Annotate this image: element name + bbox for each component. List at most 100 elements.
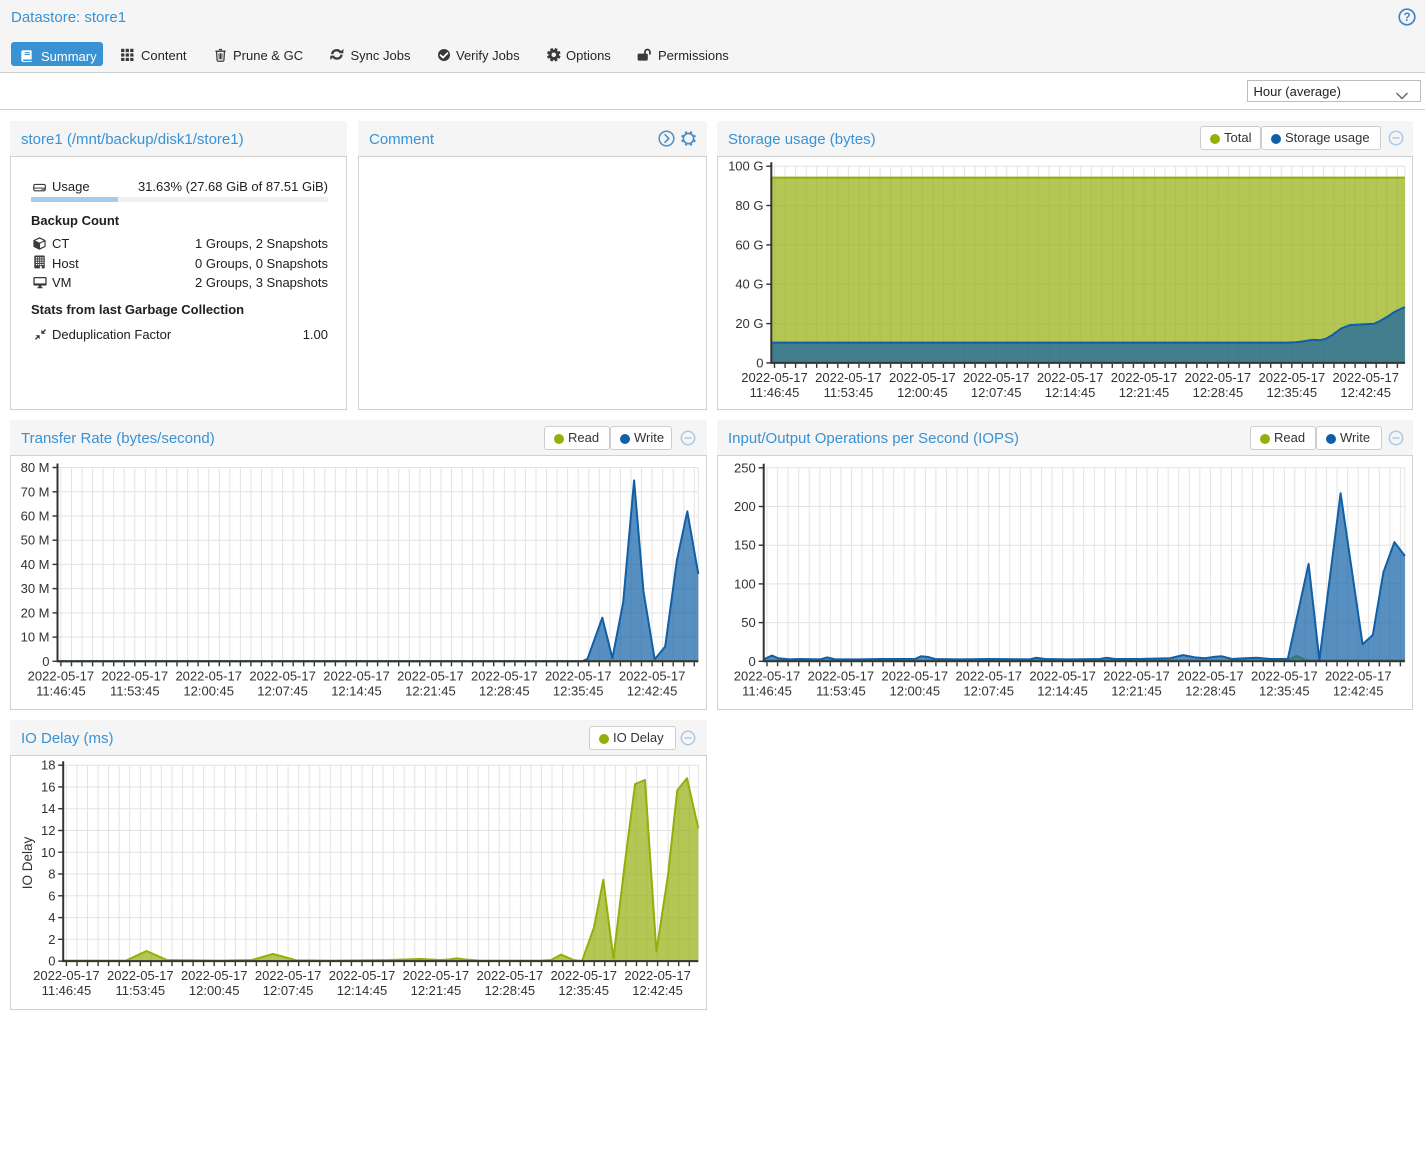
svg-text:2022-05-17: 2022-05-17 [329,968,396,983]
svg-text:12:21:45: 12:21:45 [1111,683,1162,698]
svg-text:12:28:45: 12:28:45 [1185,683,1236,698]
svg-text:2022-05-17: 2022-05-17 [471,668,538,683]
svg-text:11:46:45: 11:46:45 [42,983,92,998]
svg-text:60 M: 60 M [21,509,50,524]
svg-text:6: 6 [48,888,55,903]
svg-text:14: 14 [41,801,55,816]
svg-text:12:35:45: 12:35:45 [553,683,604,698]
svg-text:250: 250 [734,460,756,475]
svg-text:2022-05-17: 2022-05-17 [619,668,686,683]
svg-text:80 M: 80 M [21,460,50,475]
svg-text:11:46:45: 11:46:45 [742,683,792,698]
svg-text:12:00:45: 12:00:45 [889,683,940,698]
svg-text:10 M: 10 M [21,630,50,645]
svg-text:12:07:45: 12:07:45 [257,683,308,698]
svg-text:2022-05-17: 2022-05-17 [28,668,95,683]
svg-text:60 G: 60 G [735,237,763,252]
svg-text:80 G: 80 G [735,198,763,213]
svg-text:2022-05-17: 2022-05-17 [175,668,242,683]
svg-text:2022-05-17: 2022-05-17 [882,668,949,683]
svg-text:12:07:45: 12:07:45 [263,983,314,998]
svg-text:12:42:45: 12:42:45 [1340,385,1391,400]
svg-text:?: ? [1403,12,1410,24]
svg-text:2022-05-17: 2022-05-17 [1325,668,1392,683]
svg-text:11:53:45: 11:53:45 [110,683,160,698]
svg-text:11:53:45: 11:53:45 [824,385,874,400]
svg-text:12:14:45: 12:14:45 [331,683,382,698]
svg-text:2022-05-17: 2022-05-17 [1177,668,1244,683]
svg-text:0: 0 [42,654,49,669]
svg-text:4: 4 [48,910,55,925]
svg-text:12:28:45: 12:28:45 [1193,385,1244,400]
svg-text:12: 12 [41,823,55,838]
svg-text:2022-05-17: 2022-05-17 [889,370,956,385]
svg-text:2022-05-17: 2022-05-17 [1251,668,1318,683]
svg-text:40 M: 40 M [21,557,50,572]
svg-text:20 G: 20 G [735,316,763,331]
svg-text:12:00:45: 12:00:45 [897,385,948,400]
svg-text:18: 18 [41,758,55,773]
svg-text:2022-05-17: 2022-05-17 [403,968,470,983]
svg-text:2022-05-17: 2022-05-17 [477,968,544,983]
svg-text:2022-05-17: 2022-05-17 [107,968,174,983]
svg-text:150: 150 [734,538,756,553]
svg-text:2022-05-17: 2022-05-17 [545,668,612,683]
svg-text:2022-05-17: 2022-05-17 [550,968,617,983]
svg-text:0: 0 [748,654,755,669]
svg-text:2022-05-17: 2022-05-17 [1037,370,1104,385]
svg-text:12:21:45: 12:21:45 [1119,385,1170,400]
svg-text:2022-05-17: 2022-05-17 [1111,370,1178,385]
svg-text:12:07:45: 12:07:45 [963,683,1014,698]
svg-text:12:14:45: 12:14:45 [337,983,388,998]
svg-text:12:07:45: 12:07:45 [971,385,1022,400]
svg-text:2022-05-17: 2022-05-17 [181,968,248,983]
svg-text:12:42:45: 12:42:45 [632,983,683,998]
svg-text:40 G: 40 G [735,277,763,292]
svg-text:2022-05-17: 2022-05-17 [1332,370,1399,385]
svg-text:2022-05-17: 2022-05-17 [323,668,390,683]
svg-text:2022-05-17: 2022-05-17 [397,668,464,683]
svg-text:11:53:45: 11:53:45 [816,683,866,698]
svg-text:12:00:45: 12:00:45 [189,983,240,998]
svg-text:50 M: 50 M [21,533,50,548]
svg-text:30 M: 30 M [21,581,50,596]
svg-text:12:14:45: 12:14:45 [1045,385,1096,400]
svg-text:2022-05-17: 2022-05-17 [741,370,808,385]
svg-text:12:35:45: 12:35:45 [1259,683,1310,698]
svg-text:50: 50 [741,615,755,630]
svg-text:12:14:45: 12:14:45 [1037,683,1088,698]
svg-text:12:35:45: 12:35:45 [1266,385,1317,400]
svg-text:2022-05-17: 2022-05-17 [808,668,875,683]
svg-text:12:42:45: 12:42:45 [627,683,678,698]
svg-text:2022-05-17: 2022-05-17 [249,668,316,683]
svg-text:12:35:45: 12:35:45 [558,983,609,998]
svg-text:0: 0 [48,954,55,969]
svg-text:IO Delay: IO Delay [20,836,35,889]
svg-text:2022-05-17: 2022-05-17 [33,968,100,983]
svg-text:200: 200 [734,499,756,514]
svg-text:0: 0 [756,355,763,370]
svg-text:11:46:45: 11:46:45 [36,683,86,698]
svg-text:12:28:45: 12:28:45 [479,683,530,698]
svg-text:2022-05-17: 2022-05-17 [1103,668,1170,683]
svg-text:16: 16 [41,779,55,794]
svg-text:20 M: 20 M [21,605,50,620]
svg-text:12:21:45: 12:21:45 [411,983,462,998]
svg-text:2022-05-17: 2022-05-17 [1185,370,1252,385]
svg-text:100: 100 [734,576,756,591]
svg-text:12:00:45: 12:00:45 [183,683,234,698]
svg-text:2022-05-17: 2022-05-17 [963,370,1029,385]
svg-text:2022-05-17: 2022-05-17 [1029,668,1096,683]
svg-text:12:28:45: 12:28:45 [484,983,535,998]
svg-text:11:53:45: 11:53:45 [115,983,165,998]
svg-text:2022-05-17: 2022-05-17 [734,668,801,683]
svg-text:2022-05-17: 2022-05-17 [102,668,169,683]
svg-text:2022-05-17: 2022-05-17 [255,968,322,983]
svg-text:11:46:45: 11:46:45 [750,385,800,400]
svg-text:2022-05-17: 2022-05-17 [624,968,691,983]
svg-text:2: 2 [48,932,55,947]
svg-text:8: 8 [48,867,55,882]
svg-text:12:21:45: 12:21:45 [405,683,456,698]
svg-text:2022-05-17: 2022-05-17 [955,668,1022,683]
svg-text:12:42:45: 12:42:45 [1333,683,1384,698]
